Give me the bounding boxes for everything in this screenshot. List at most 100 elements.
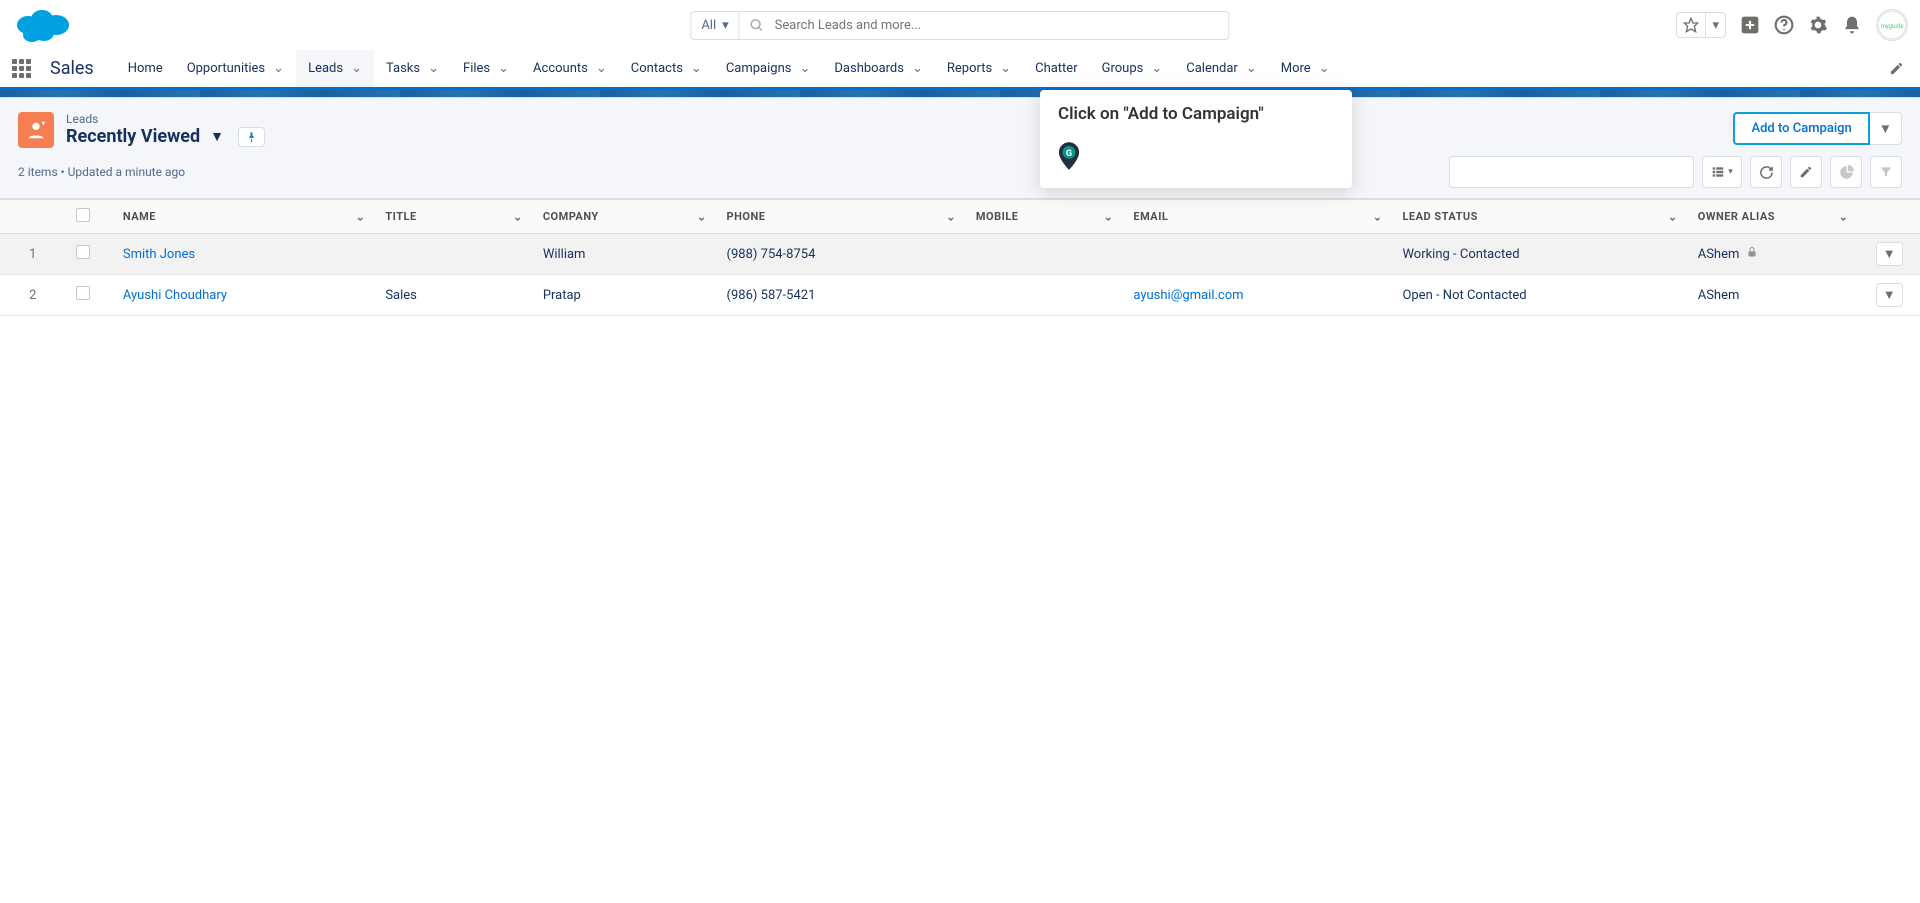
sort-caret-icon[interactable]: ⌄ [356, 210, 366, 223]
col-lead-status[interactable]: LEAD STATUS⌄ [1392, 200, 1687, 234]
sort-caret-icon[interactable]: ⌄ [1104, 210, 1114, 223]
search-input[interactable] [775, 18, 1219, 33]
sort-caret-icon[interactable]: ⌄ [697, 210, 707, 223]
chevron-down-icon[interactable]: ⌄ [1151, 61, 1162, 76]
nav-item-leads[interactable]: Leads⌄ [296, 50, 374, 90]
nav-item-label: Dashboards [834, 61, 904, 76]
search-scope-dropdown[interactable]: All ▾ [690, 11, 739, 40]
chevron-down-icon[interactable]: ⌄ [912, 61, 923, 76]
favorite-button[interactable] [1677, 13, 1706, 37]
sort-caret-icon[interactable]: ⌄ [1373, 210, 1383, 223]
search-icon [750, 18, 765, 33]
inline-edit-button[interactable] [1790, 156, 1822, 188]
user-avatar[interactable]: myguide [1876, 9, 1908, 41]
row-select-cell [66, 275, 113, 316]
chevron-down-icon[interactable]: ⌄ [1319, 61, 1330, 76]
col-title[interactable]: TITLE⌄ [375, 200, 532, 234]
nav-item-files[interactable]: Files ⌄ [451, 50, 521, 87]
chevron-down-icon[interactable]: ⌄ [1000, 61, 1011, 76]
lead-name-link[interactable]: Ayushi Choudhary [123, 288, 227, 303]
listview-search-input[interactable] [1449, 156, 1694, 188]
nav-item-accounts[interactable]: Accounts⌄ [521, 50, 619, 87]
chart-button[interactable] [1830, 156, 1862, 188]
chevron-down-icon[interactable]: ⌄ [428, 61, 439, 76]
nav-item-more[interactable]: More⌄ [1269, 50, 1342, 87]
listview-switcher-caret-icon[interactable]: ▼ [210, 128, 224, 145]
app-launcher-icon[interactable] [12, 59, 32, 79]
chevron-down-icon[interactable]: ⌄ [351, 61, 362, 76]
row-checkbox[interactable] [76, 286, 90, 300]
col-owner-alias[interactable]: OWNER ALIAS⌄ [1688, 200, 1859, 234]
row-number: 1 [0, 234, 66, 275]
nav-items-container: HomeOpportunities⌄Leads⌄Tasks⌄Files⌄Acco… [116, 50, 1342, 87]
cell-phone: (988) 754-8754 [717, 234, 966, 275]
cell-lead-status: Working - Contacted [1392, 234, 1687, 275]
chevron-down-icon[interactable]: ⌄ [799, 61, 810, 76]
global-add-button[interactable] [1740, 15, 1760, 35]
nav-bar: Sales HomeOpportunities⌄Leads⌄Tasks⌄File… [0, 50, 1920, 90]
col-name[interactable]: NAME⌄ [113, 200, 375, 234]
col-email[interactable]: EMAIL⌄ [1123, 200, 1392, 234]
chevron-down-icon[interactable]: ⌄ [1246, 61, 1257, 76]
refresh-button[interactable] [1750, 156, 1782, 188]
listview-title[interactable]: Recently Viewed [66, 126, 200, 147]
nav-item-campaigns[interactable]: Campaigns⌄ [714, 50, 823, 87]
nav-edit-pencil-icon[interactable] [1885, 61, 1908, 76]
email-link[interactable]: ayushi@gmail.com [1133, 288, 1243, 303]
col-mobile[interactable]: MOBILE⌄ [966, 200, 1123, 234]
col-company[interactable]: COMPANY⌄ [533, 200, 717, 234]
display-as-button[interactable]: ▾ [1702, 156, 1742, 188]
page-header-actions: Add to Campaign ▼ [1733, 112, 1902, 145]
sort-caret-icon[interactable]: ⌄ [1668, 210, 1678, 223]
nav-item-groups[interactable]: Groups ⌄ [1090, 50, 1175, 87]
cell-lead-status: Open - Not Contacted [1392, 275, 1687, 316]
lead-name-link[interactable]: Smith Jones [123, 247, 195, 262]
nav-item-dashboards[interactable]: Dashboards ⌄ [822, 50, 935, 87]
notifications-bell-icon[interactable] [1842, 15, 1862, 35]
nav-item-label: Reports [947, 61, 992, 76]
chevron-down-icon[interactable]: ⌄ [273, 61, 284, 76]
select-all-checkbox[interactable] [76, 208, 90, 222]
add-to-campaign-button[interactable]: Add to Campaign [1733, 112, 1869, 145]
caret-down-icon: ▾ [722, 18, 729, 33]
setup-gear-icon[interactable] [1808, 15, 1828, 35]
nav-item-calendar[interactable]: Calendar⌄ [1174, 50, 1268, 87]
cell-email: ayushi@gmail.com [1123, 275, 1392, 316]
nav-item-tasks[interactable]: Tasks⌄ [374, 50, 451, 87]
listview-controls: ▾ [1449, 156, 1902, 188]
help-icon[interactable] [1774, 15, 1794, 35]
nav-item-contacts[interactable]: Contacts⌄ [619, 50, 714, 87]
sort-caret-icon[interactable]: ⌄ [1839, 210, 1849, 223]
page-header: Leads Recently Viewed ▼ Add to Campaign … [0, 98, 1920, 199]
row-action-menu-button[interactable]: ▼ [1876, 242, 1903, 266]
lock-icon [1746, 247, 1758, 262]
nav-item-label: Groups [1102, 61, 1144, 76]
action-dropdown-button[interactable]: ▼ [1870, 112, 1902, 145]
sort-caret-icon[interactable]: ⌄ [513, 210, 523, 223]
search-box[interactable] [740, 11, 1230, 40]
nav-item-opportunities[interactable]: Opportunities⌄ [175, 50, 296, 87]
nav-item-label: Files [463, 61, 490, 76]
col-phone[interactable]: PHONE⌄ [717, 200, 966, 234]
sort-caret-icon[interactable]: ⌄ [946, 210, 956, 223]
global-header: All ▾ ▾ myguide [0, 0, 1920, 50]
filter-button[interactable] [1870, 156, 1902, 188]
cell-title: Sales [375, 275, 532, 316]
chevron-down-icon[interactable]: ⌄ [498, 61, 509, 76]
row-action-menu-button[interactable]: ▼ [1876, 283, 1903, 307]
row-checkbox[interactable] [76, 245, 90, 259]
chevron-down-icon[interactable]: ⌄ [596, 61, 607, 76]
nav-item-home[interactable]: Home [116, 50, 175, 87]
page-header-titles: Leads Recently Viewed ▼ [66, 112, 265, 147]
nav-item-label: Chatter [1035, 61, 1078, 76]
nav-item-chatter[interactable]: Chatter [1023, 50, 1090, 87]
pin-listview-button[interactable] [238, 127, 265, 147]
salesforce-logo [12, 5, 72, 45]
cell-row-action: ▼ [1858, 234, 1920, 275]
nav-item-reports[interactable]: Reports ⌄ [935, 50, 1023, 87]
cell-name: Ayushi Choudhary [113, 275, 375, 316]
search-scope-label: All [701, 18, 716, 33]
chevron-down-icon[interactable]: ⌄ [691, 61, 702, 76]
favorites-dropdown[interactable]: ▾ [1706, 13, 1725, 37]
table-row: 2Ayushi ChoudharySalesPratap(986) 587-54… [0, 275, 1920, 316]
